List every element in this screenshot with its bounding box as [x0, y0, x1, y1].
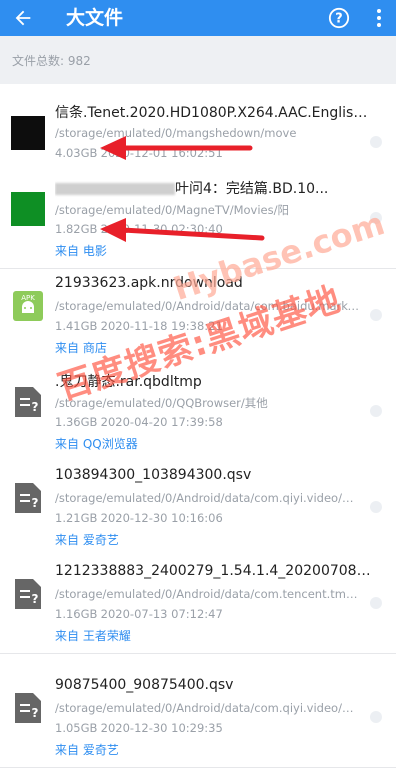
file-source: 来自 王者荣耀: [55, 629, 131, 643]
svg-text:?: ?: [32, 706, 39, 720]
svg-text:?: ?: [32, 496, 39, 510]
unknown-file-icon: ?: [15, 483, 41, 513]
file-item[interactable]: ? 1212338883_2400279_1.54.1.4_2020070816…: [0, 557, 396, 654]
help-icon[interactable]: ?: [328, 7, 350, 29]
file-date: 2020-12-30 10:16:06: [100, 511, 223, 525]
file-size: 1.36GB: [55, 415, 98, 429]
more-vert-icon[interactable]: [370, 7, 388, 29]
page-title: 大文件: [66, 7, 124, 29]
file-source: 来自 QQ浏览器: [55, 437, 138, 451]
file-path: /storage/emulated/0/Android/data/com.bai…: [55, 299, 360, 313]
select-checkbox[interactable]: [370, 501, 382, 513]
unknown-file-icon: ?: [15, 387, 41, 417]
file-path: /storage/emulated/0/Android/data/com.qiy…: [55, 701, 360, 715]
svg-text:?: ?: [32, 592, 39, 606]
file-size: 4.03GB: [55, 146, 98, 160]
file-name: 103894300_103894300.qsv: [55, 467, 252, 483]
select-checkbox[interactable]: [370, 212, 382, 224]
select-checkbox[interactable]: [370, 597, 382, 609]
file-meta: 1.21GB 2020-12-30 10:16:06: [55, 511, 223, 525]
file-size: 1.82GB: [55, 222, 98, 236]
file-source: 来自 爱奇艺: [55, 743, 119, 757]
annotation-arrow: [100, 136, 253, 160]
file-source: 来自 爱奇艺: [55, 533, 119, 547]
file-date: 2020-07-13 07:12:47: [100, 607, 223, 621]
blurred-text: [55, 183, 175, 195]
file-meta: 1.41GB 2020-11-18 19:38:21: [55, 319, 223, 333]
svg-text:?: ?: [32, 400, 39, 414]
file-name: 90875400_90875400.qsv: [55, 677, 234, 693]
file-name: 信条.Tenet.2020.HD1080P.X264.AAC.English.C…: [55, 105, 375, 121]
video-thumbnail: [11, 192, 45, 226]
svg-text:APK: APK: [21, 294, 35, 302]
unknown-file-icon: ?: [15, 693, 41, 723]
file-name: .鬼刀静态.rar.qbdltmp: [55, 374, 202, 390]
back-arrow-icon[interactable]: [12, 7, 34, 29]
file-source: 来自 商店: [55, 341, 107, 355]
file-item[interactable]: ? .鬼刀静态.rar.qbdltmp /storage/emulated/0/…: [0, 365, 396, 462]
unknown-file-icon: ?: [15, 579, 41, 609]
file-path: /storage/emulated/0/Android/data/com.ten…: [55, 587, 360, 601]
file-meta: 1.05GB 2020-12-30 10:29:35: [55, 721, 223, 735]
file-size: 1.05GB: [55, 721, 98, 735]
file-item[interactable]: ? 103894300_103894300.qsv /storage/emula…: [0, 461, 396, 558]
apk-icon: APK: [13, 291, 43, 321]
file-name: 叶问4：完结篇.BD.10...: [55, 178, 375, 198]
file-date: 2020-11-18 19:38:21: [100, 319, 223, 333]
select-checkbox[interactable]: [370, 309, 382, 321]
svg-text:?: ?: [335, 12, 342, 27]
file-meta: 1.16GB 2020-07-13 07:12:47: [55, 607, 223, 621]
file-size: 1.16GB: [55, 607, 98, 621]
file-count: 文件总数: 982: [12, 54, 91, 68]
file-size: 1.41GB: [55, 319, 98, 333]
file-meta: 1.36GB 2020-04-20 17:39:58: [55, 415, 223, 429]
file-date: 2020-12-30 10:29:35: [100, 721, 223, 735]
select-checkbox[interactable]: [370, 711, 382, 723]
file-name: 21933623.apk.nrdownload: [55, 275, 243, 291]
file-size: 1.21GB: [55, 511, 98, 525]
file-item[interactable]: ? 90875400_90875400.qsv /storage/emulate…: [0, 671, 396, 768]
video-thumbnail: [11, 116, 45, 150]
annotation-arrow: [100, 218, 265, 242]
top-app-bar: 大文件 ?: [0, 0, 396, 36]
file-name: 1212338883_2400279_1.54.1.4_20200708162.…: [55, 563, 375, 579]
select-checkbox[interactable]: [370, 405, 382, 417]
file-path: /storage/emulated/0/Android/data/com.qiy…: [55, 491, 360, 505]
select-checkbox[interactable]: [370, 136, 382, 148]
file-path: /storage/emulated/0/QQBrowser/其他: [55, 396, 268, 410]
file-item[interactable]: APK 21933623.apk.nrdownload /storage/emu…: [0, 269, 396, 366]
file-date: 2020-04-20 17:39:58: [100, 415, 223, 429]
